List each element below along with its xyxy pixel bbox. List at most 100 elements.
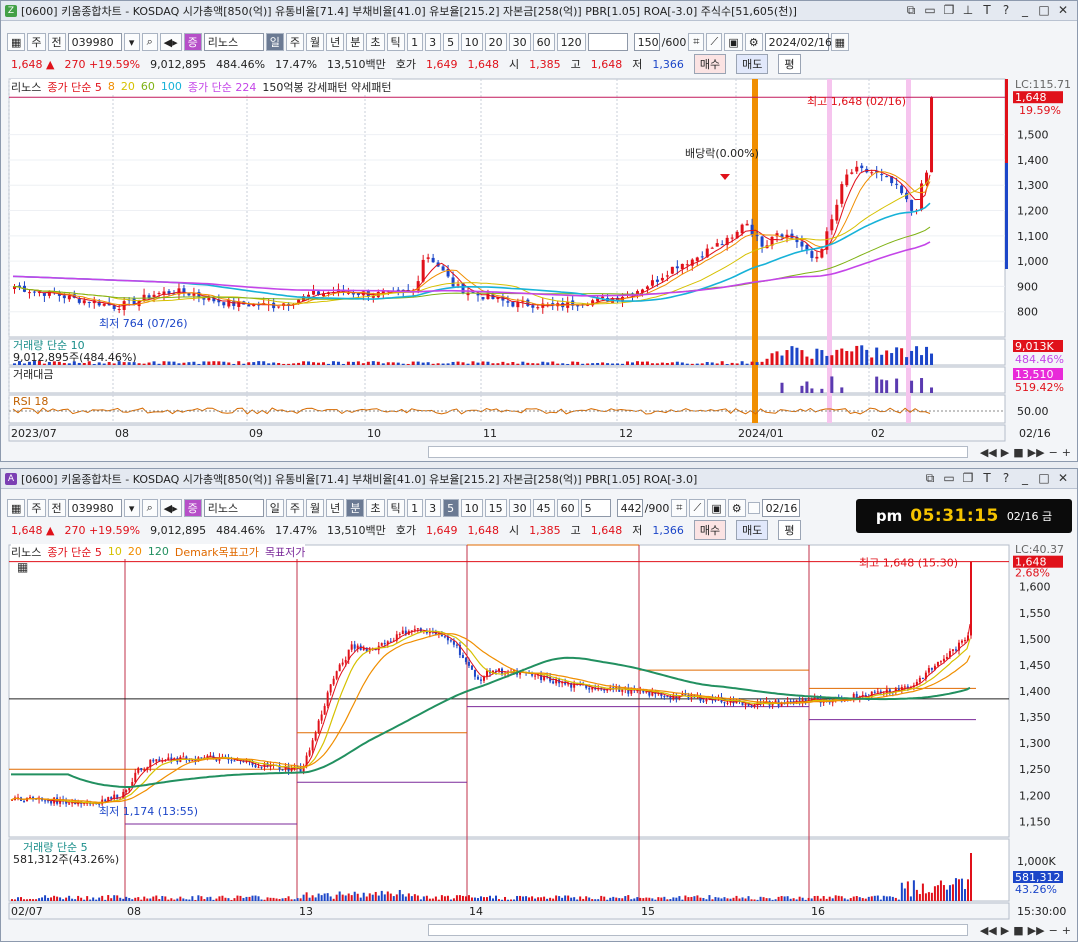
p2-sec-button[interactable]: 초 [366,499,385,517]
buy2-button[interactable]: 매수 [693,520,727,540]
play-fwd-icon[interactable]: ▶▶ [1028,446,1045,459]
p2-month-button[interactable]: 월 [306,499,325,517]
minimize2-icon[interactable]: _ [1017,3,1033,18]
calendar-icon[interactable]: ▦ [830,33,850,51]
prev2-button[interactable]: 전 [47,499,66,517]
date2-input[interactable]: 02/16 [761,499,800,517]
stock-name2-field[interactable]: 리노스 [203,499,264,517]
i2-3-button[interactable]: 3 [424,499,441,517]
save2-icon[interactable]: ▣ [707,499,726,517]
minimize3-icon[interactable]: ▭ [941,471,957,486]
flat-button[interactable]: 평 [778,54,801,74]
sell2-button[interactable]: 매도 [736,520,769,540]
restore2-icon[interactable]: ❐ [960,471,976,486]
i2-10-button[interactable]: 10 [460,499,483,517]
indicator-icon[interactable]: ⌗ [688,33,705,51]
interval-20-button[interactable]: 20 [484,33,507,51]
p2-tick-button[interactable]: 틱 [386,499,405,517]
maximize2-icon[interactable]: □ [1036,471,1052,486]
date-checkbox[interactable] [747,502,760,514]
close2-icon[interactable]: ✕ [1055,471,1071,486]
i2-1-button[interactable]: 1 [406,499,423,517]
maximize-icon[interactable]: □ [1036,3,1052,18]
p2-year-button[interactable]: 년 [326,499,345,517]
i2-60-button[interactable]: 60 [556,499,579,517]
minute-input[interactable]: 5 [580,499,611,517]
period-sec-button[interactable]: 초 [366,33,385,51]
play-back-icon[interactable]: ◀◀ [980,446,997,459]
bottom-scrollbar[interactable]: ◀◀ ▶ ■ ▶▶ − + [1,921,1077,939]
search-icon[interactable]: ⌕ [141,33,158,51]
draw-icon[interactable]: ⟋ [706,33,723,51]
minimize4-icon[interactable]: _ [1017,471,1033,486]
help2-icon[interactable]: ? [998,471,1014,486]
i2-5-button[interactable]: 5 [442,499,459,517]
stock-name-field[interactable]: 리노스 [203,33,264,51]
pin-icon[interactable]: ⊥ [960,3,976,18]
flat2-button[interactable]: 평 [778,520,801,540]
count-input[interactable]: 150 [633,33,660,51]
period-min-button[interactable]: 분 [346,33,365,51]
code2-dropdown-icon[interactable]: ▾ [123,499,140,517]
font2-icon[interactable]: T [979,471,995,486]
i2-15-button[interactable]: 15 [484,499,507,517]
settings-icon[interactable]: ⚙ [744,33,763,51]
minute-chart-area[interactable]: ▦02/07 08 13 14 15 16 15:30:001,1501,2001,2501… [1,541,1077,921]
bottom-scroll-track[interactable] [427,924,968,936]
zoom-in2-icon[interactable]: + [1062,924,1071,937]
interval-120-button[interactable]: 120 [556,33,586,51]
restore-icon[interactable]: ❐ [941,3,957,18]
speaker2-icon[interactable]: ◀▸ [159,499,182,517]
zoom-in-icon[interactable]: + [1062,446,1071,459]
speaker-icon[interactable]: ◀▸ [159,33,182,51]
play-fwd2-icon[interactable]: ▶▶ [1028,924,1045,937]
indicator2-icon[interactable]: ⌗ [671,499,688,517]
interval-3-button[interactable]: 3 [424,33,441,51]
period-month-button[interactable]: 월 [306,33,325,51]
link-icon[interactable]: ⧉ [903,3,919,18]
interval-60-button[interactable]: 60 [532,33,555,51]
font-icon[interactable]: T [979,3,995,18]
prev-button[interactable]: 전 [47,33,66,51]
search2-icon[interactable]: ⌕ [141,499,158,517]
settings2-icon[interactable]: ⚙ [727,499,746,517]
code-dropdown-icon[interactable]: ▾ [123,33,140,51]
draw2-icon[interactable]: ⟋ [689,499,706,517]
play-icon[interactable]: ▶ [1001,446,1009,459]
i2-30-button[interactable]: 30 [508,499,531,517]
code2-input[interactable]: 039980 [67,499,122,517]
stock-type-button[interactable]: 주 [27,33,46,51]
interval-30-button[interactable]: 30 [508,33,531,51]
count2-input[interactable]: 442 [616,499,643,517]
stock-type2-button[interactable]: 주 [27,499,46,517]
zoom-out2-icon[interactable]: − [1049,924,1058,937]
interval-1-button[interactable]: 1 [406,33,423,51]
minimize-icon[interactable]: ▭ [922,3,938,18]
stop-icon[interactable]: ■ [1013,446,1023,459]
period-tick-button[interactable]: 틱 [386,33,405,51]
save-icon[interactable]: ▣ [724,33,743,51]
period-day-button[interactable]: 일 [265,33,284,51]
code-input[interactable]: 039980 [67,33,122,51]
grid-icon[interactable]: ▦ [7,33,26,51]
link2-icon[interactable]: ⧉ [922,471,938,486]
top-scroll-track[interactable] [427,446,968,458]
p2-week-button[interactable]: 주 [285,499,305,517]
interval-blank-field[interactable] [587,33,628,51]
i2-45-button[interactable]: 45 [532,499,555,517]
p2-day-button[interactable]: 일 [265,499,284,517]
interval-10-button[interactable]: 10 [460,33,483,51]
grid2-icon[interactable]: ▦ [7,499,26,517]
top-scrollbar[interactable]: ◀◀ ▶ ■ ▶▶ − + [1,443,1077,461]
play2-icon[interactable]: ▶ [1001,924,1009,937]
daily-chart-area[interactable]: 2023/07 08 09 10 11 12 2024/01 02 02/16 800 900 1,0… [1,75,1077,445]
stop2-icon[interactable]: ■ [1013,924,1023,937]
period-week-button[interactable]: 주 [285,33,305,51]
play-back2-icon[interactable]: ◀◀ [980,924,997,937]
interval-5-button[interactable]: 5 [442,33,459,51]
zoom-out-icon[interactable]: − [1049,446,1058,459]
help-icon[interactable]: ? [998,3,1014,18]
date-input[interactable]: 2024/02/16 [764,33,832,51]
p2-min-button[interactable]: 분 [346,499,365,517]
close-icon[interactable]: ✕ [1055,3,1071,18]
